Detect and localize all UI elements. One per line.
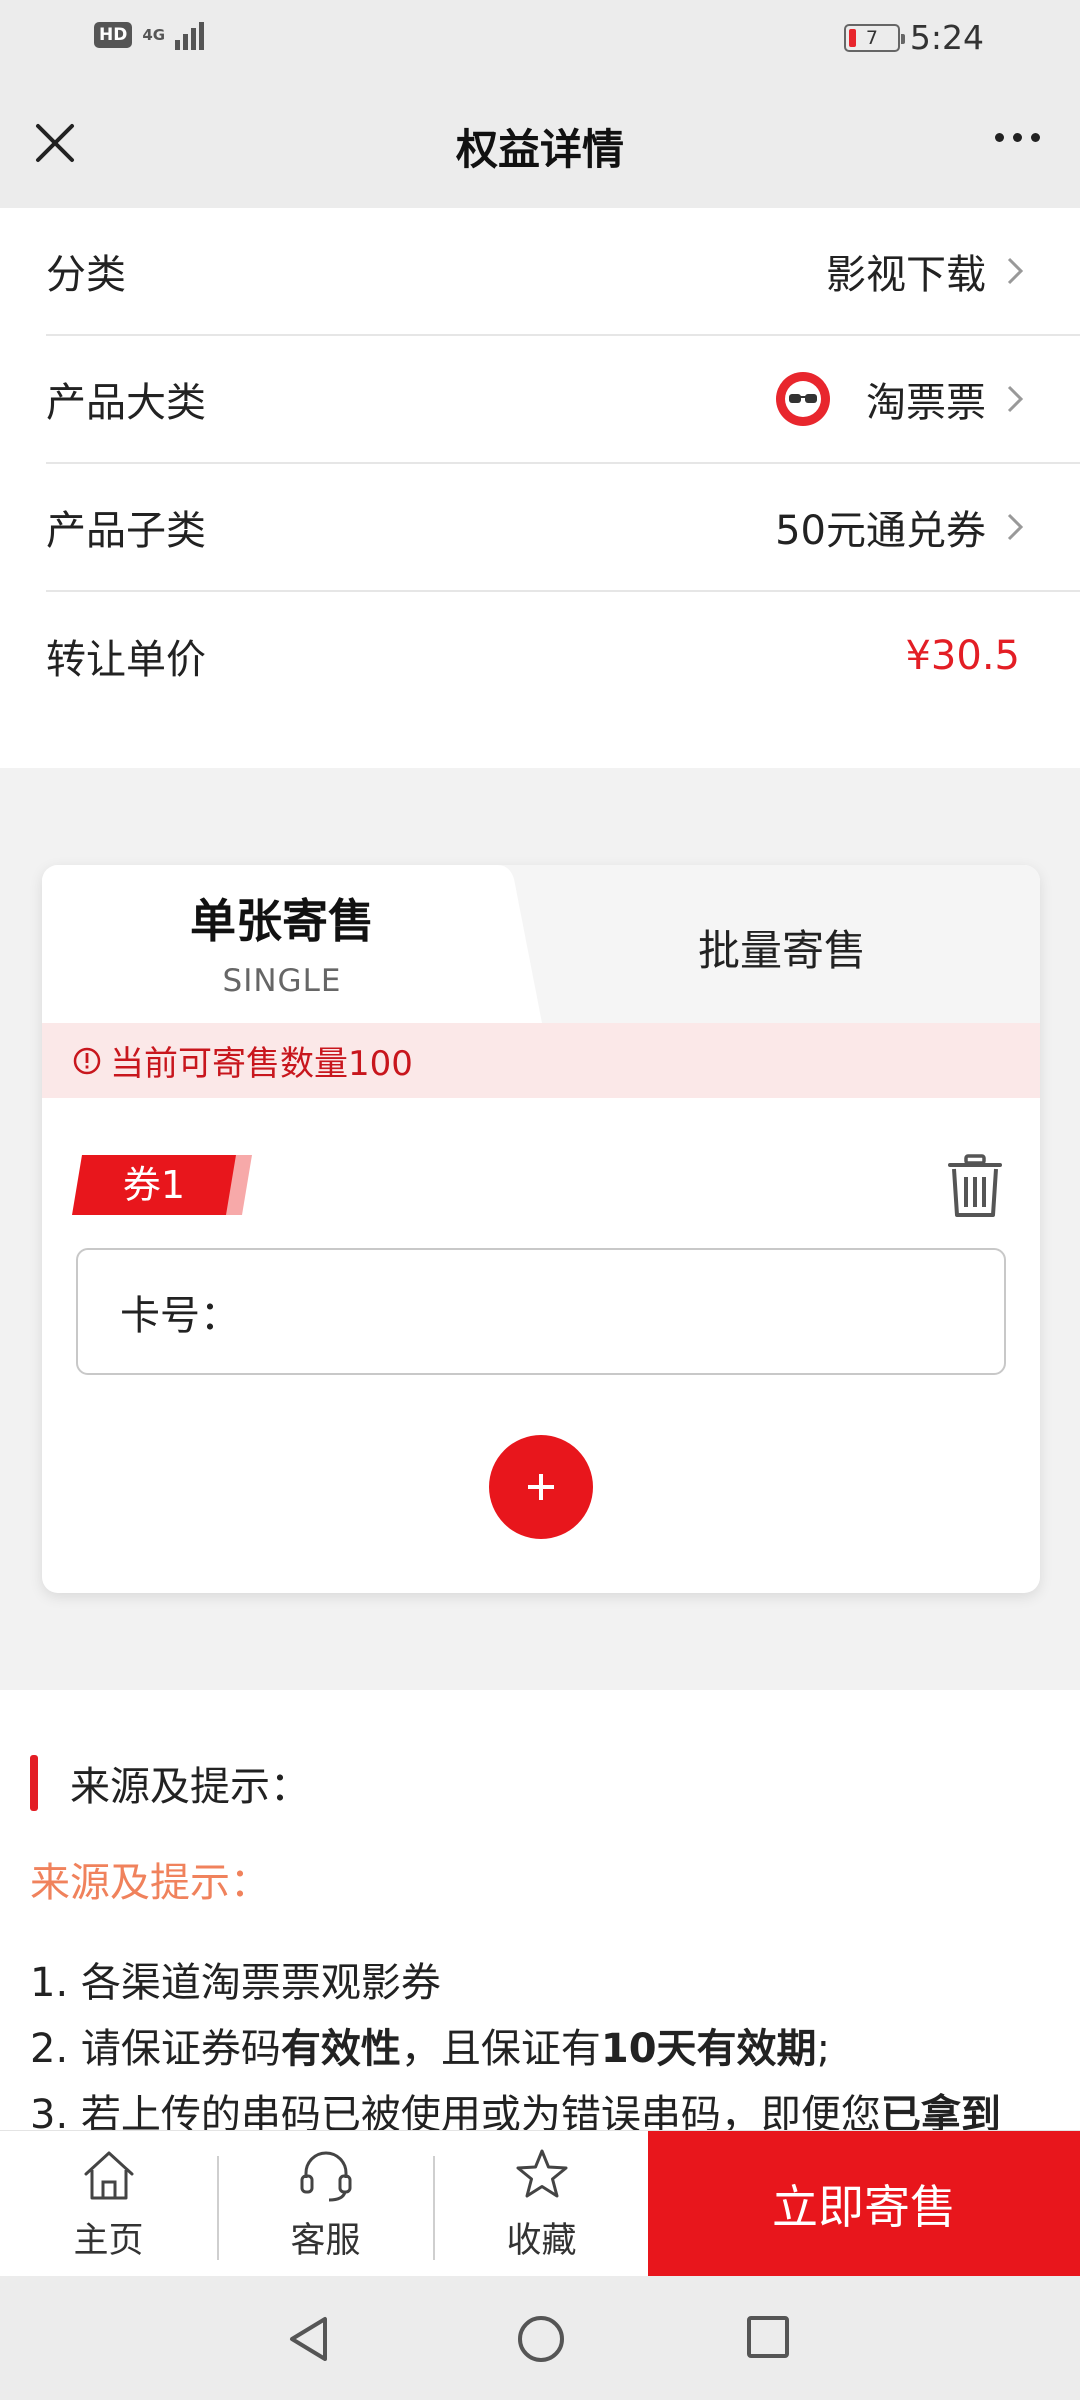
- info-row-category[interactable]: 分类 影视下载: [46, 208, 1080, 336]
- row-value-text: 影视下载: [826, 252, 986, 298]
- tips-line-1: 1. 各渠道淘票票观影券: [30, 1960, 441, 2006]
- coupon-tag: 券1: [122, 1163, 186, 1207]
- customer-service-button[interactable]: 客服: [217, 2131, 434, 2277]
- card-number-field[interactable]: 卡号：: [76, 1248, 1006, 1375]
- info-row-price: 转让单价 ¥30.5: [46, 592, 1080, 720]
- row-value-text: 50元通兑券: [775, 508, 986, 554]
- bottom-action-bar: 主页 客服 收藏 立即寄售: [0, 2130, 1080, 2277]
- info-row-product-category[interactable]: 产品大类 淘票票: [46, 336, 1080, 464]
- tips-line-2-bold-b: 10天有效期: [600, 2026, 817, 2072]
- home-circle-icon[interactable]: [516, 2314, 566, 2364]
- battery-icon: 7: [843, 23, 905, 52]
- consignment-card: 批量寄售 单张寄售 SINGLE 当前可寄售数量100 券1 卡号：: [42, 865, 1040, 1593]
- plus-icon: [528, 1474, 554, 1500]
- sell-now-button[interactable]: 立即寄售: [648, 2131, 1080, 2277]
- tips-line-2-bold-a: 有效性: [280, 2026, 401, 2072]
- tips-section: 来源及提示： 来源及提示： 1. 各渠道淘票票观影券 2. 请保证券码有效性，且…: [0, 1690, 1080, 2138]
- notice-text: 当前可寄售数量100: [110, 1044, 413, 1084]
- row-value: 影视下载: [826, 242, 1024, 300]
- row-label: 产品子类: [46, 508, 206, 554]
- tab-single-label: 单张寄售: [190, 894, 374, 948]
- row-label: 产品大类: [46, 380, 206, 426]
- back-icon[interactable]: [285, 2314, 333, 2364]
- favorite-button[interactable]: 收藏: [433, 2131, 650, 2277]
- info-row-product-subcategory[interactable]: 产品子类 50元通兑券: [46, 464, 1080, 592]
- tips-heading: 来源及提示：: [30, 1752, 310, 1814]
- card-number-input[interactable]: [240, 1288, 1004, 1335]
- signal-icon: [175, 20, 205, 50]
- network-type: 4G: [142, 25, 166, 44]
- status-bar: HD 4G 7 5:24: [0, 0, 1080, 78]
- row-label: 转让单价: [46, 637, 206, 683]
- info-section: 分类 影视下载 产品大类 淘票票 产品子类 50元通兑券 转让单价 ¥30.5: [0, 208, 1080, 768]
- alert-circle-icon: [73, 1047, 101, 1074]
- tips-subheading: 来源及提示：: [30, 1860, 270, 1906]
- more-icon[interactable]: [995, 133, 1040, 142]
- home-icon: [84, 2151, 133, 2199]
- tips-line-2-c: ，且保证有: [400, 2026, 601, 2072]
- tips-heading-text: 来源及提示：: [70, 1764, 310, 1810]
- nav-bar: 权益详情: [0, 78, 1080, 208]
- row-label: 分类: [46, 252, 126, 298]
- taopiaopiao-logo-icon: [776, 372, 830, 426]
- clock: 5:24: [909, 18, 984, 57]
- page-title: 权益详情: [455, 125, 624, 174]
- trash-icon[interactable]: [944, 1153, 1006, 1219]
- headset-icon: [300, 2151, 351, 2201]
- chevron-right-icon: [1007, 513, 1024, 541]
- price-value: ¥30.5: [905, 633, 1020, 679]
- row-value: 50元通兑券: [775, 498, 1024, 556]
- favorite-label: 收藏: [506, 2220, 577, 2261]
- tips-line-2-e: ;: [816, 2026, 831, 2072]
- add-coupon-button[interactable]: [489, 1435, 593, 1539]
- star-icon: [516, 2149, 567, 2197]
- row-value-text: 淘票票: [866, 380, 986, 426]
- status-left: HD 4G: [94, 20, 205, 50]
- quantity-notice: 当前可寄售数量100: [42, 1023, 1040, 1098]
- hd-badge: HD: [94, 22, 133, 48]
- status-right: 7 5:24: [843, 18, 984, 57]
- tab-single-sublabel: SINGLE: [222, 963, 342, 999]
- tab-single[interactable]: 单张寄售 SINGLE: [42, 885, 522, 999]
- home-label: 主页: [73, 2220, 144, 2261]
- tips-line-2: 2. 请保证券码有效性，且保证有10天有效期;: [30, 2016, 830, 2074]
- system-nav-bar: [0, 2276, 1080, 2400]
- tab-batch-label: 批量寄售: [697, 926, 866, 975]
- customer-service-label: 客服: [290, 2220, 361, 2261]
- tips-accent-bar: [30, 1755, 38, 1811]
- chevron-right-icon: [1007, 385, 1024, 413]
- card-number-label: 卡号：: [120, 1292, 240, 1339]
- battery-level: 7: [865, 26, 878, 49]
- tips-line-2-a: 2. 请保证券码: [30, 2026, 281, 2072]
- home-button[interactable]: 主页: [0, 2131, 217, 2277]
- chevron-right-icon: [1007, 257, 1024, 285]
- recents-icon[interactable]: [745, 2314, 791, 2360]
- row-value: 淘票票: [776, 370, 1024, 428]
